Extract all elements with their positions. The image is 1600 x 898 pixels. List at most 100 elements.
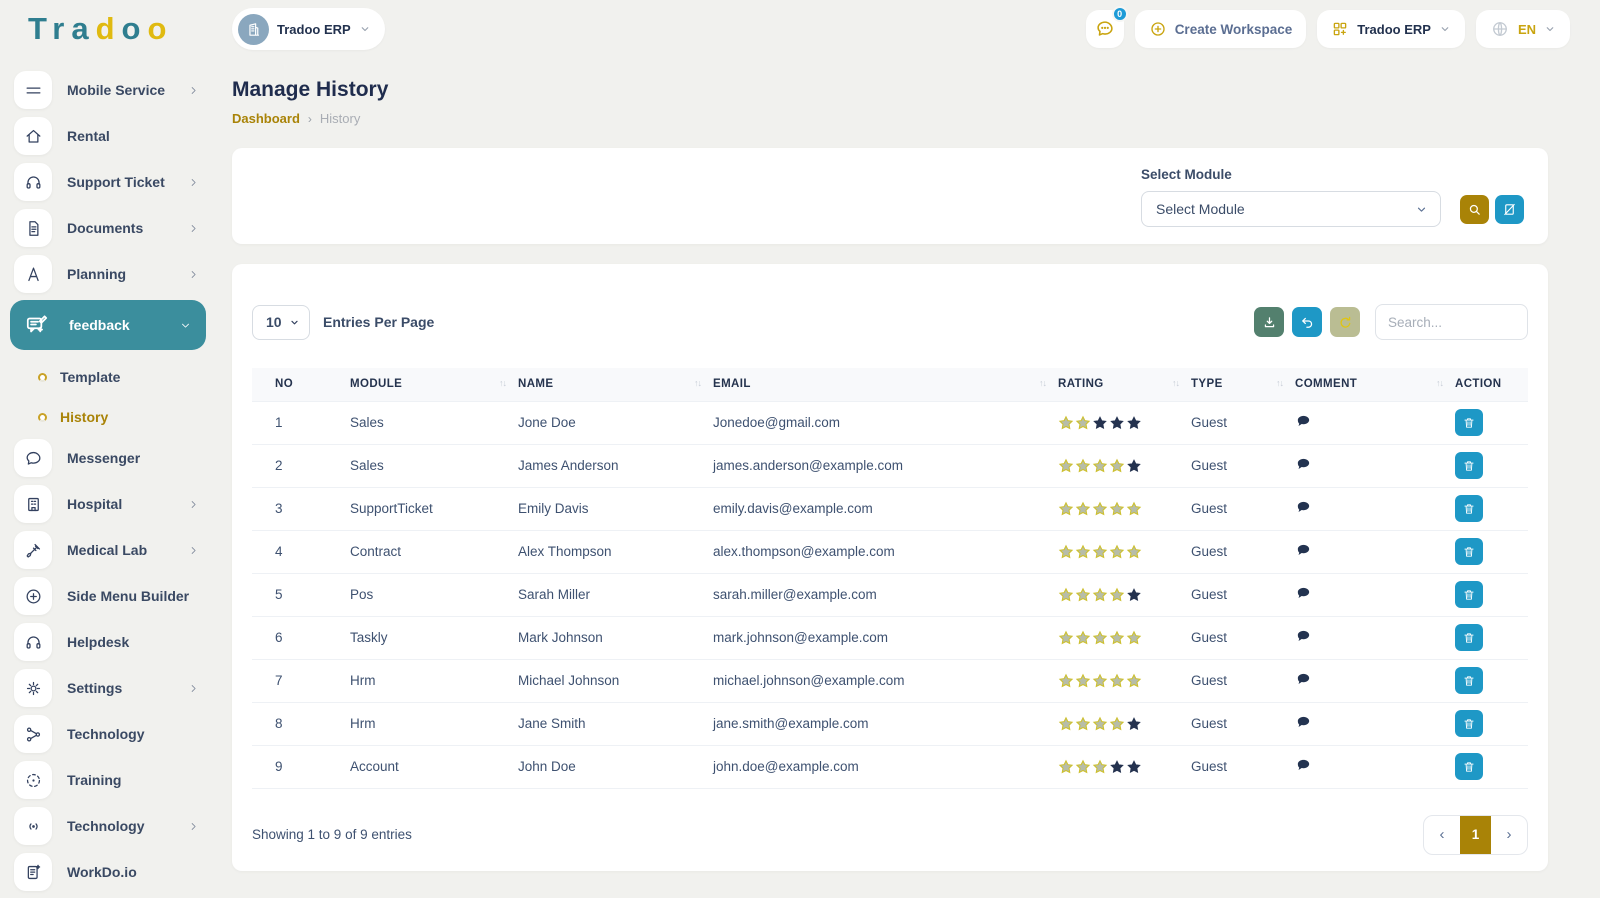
create-workspace-button[interactable]: Create Workspace: [1135, 10, 1307, 48]
column-header-name[interactable]: NAME ↑↓: [518, 368, 713, 401]
sidebar-item-support-ticket[interactable]: Support Ticket: [14, 162, 200, 202]
table-footer: Showing 1 to 9 of 9 entries ‹ 1 ›: [252, 815, 1528, 855]
erp-button-label: Tradoo ERP: [1357, 22, 1431, 37]
sort-icon[interactable]: ↑↓: [1436, 378, 1443, 388]
delete-button[interactable]: [1455, 495, 1483, 522]
language-selector[interactable]: EN: [1476, 10, 1570, 48]
undo-button[interactable]: [1292, 307, 1322, 337]
delete-button[interactable]: [1455, 538, 1483, 565]
table-row: 5 Pos Sarah Miller sarah.miller@example.…: [252, 573, 1528, 616]
logo-letter: a: [71, 11, 95, 46]
comment-bubble-icon[interactable]: [1295, 757, 1312, 774]
sidebar-item-medical-lab[interactable]: Medical Lab: [14, 530, 200, 570]
messages-button[interactable]: 0: [1086, 10, 1124, 48]
star-icon: [1109, 630, 1125, 646]
column-header-no: NO: [252, 368, 350, 401]
sort-icon[interactable]: ↑↓: [694, 378, 701, 388]
sidebar-subitem-history[interactable]: History: [14, 398, 200, 436]
entries-per-page-select[interactable]: 10: [252, 305, 310, 340]
column-header-label: TYPE: [1191, 378, 1223, 390]
pagination-next-button[interactable]: ›: [1491, 816, 1527, 854]
module-select[interactable]: Select Module: [1141, 191, 1441, 227]
sidebar-item-mobile-service[interactable]: Mobile Service: [14, 70, 200, 110]
column-header-comment[interactable]: COMMENT ↑↓: [1295, 368, 1455, 401]
cell-rating: [1058, 659, 1191, 702]
sort-icon[interactable]: ↑↓: [1172, 378, 1179, 388]
sidebar-item-documents[interactable]: Documents: [14, 208, 200, 248]
delete-button[interactable]: [1455, 753, 1483, 780]
cell-rating: [1058, 745, 1191, 788]
language-label: EN: [1518, 22, 1536, 37]
erp-app-switcher-button[interactable]: Tradoo ERP: [1317, 10, 1465, 48]
cell-email: alex.thompson@example.com: [713, 530, 1058, 573]
delete-button[interactable]: [1455, 624, 1483, 651]
column-header-label: MODULE: [350, 378, 402, 390]
chevron-right-icon: [187, 268, 200, 281]
sidebar-item-rental[interactable]: Rental: [14, 116, 200, 156]
sidebar-item-settings[interactable]: Settings: [14, 668, 200, 708]
refresh-button[interactable]: [1330, 307, 1360, 337]
sidebar-item-messenger[interactable]: Messenger: [14, 438, 200, 478]
search-button[interactable]: [1460, 195, 1489, 224]
comment-bubble-icon[interactable]: [1295, 628, 1312, 645]
search-input[interactable]: [1375, 304, 1528, 340]
chevron-down-icon: [1544, 23, 1556, 35]
table-header-row: NO MODULE ↑↓ NAME ↑↓ EMAIL ↑↓ RATING ↑↓ …: [252, 368, 1528, 401]
star-icon: [1109, 716, 1125, 732]
sidebar-item-training[interactable]: Training: [14, 760, 200, 800]
sidebar-item-side-menu-builder[interactable]: Side Menu Builder: [14, 576, 200, 616]
sidebar-item-planning[interactable]: Planning: [14, 254, 200, 294]
sidebar-item-label: Rental: [67, 128, 110, 144]
pagination-current-page[interactable]: 1: [1460, 816, 1491, 854]
column-header-label: EMAIL: [713, 378, 751, 390]
reset-filter-button[interactable]: [1495, 195, 1524, 224]
sort-icon[interactable]: ↑↓: [499, 378, 506, 388]
export-download-button[interactable]: [1254, 307, 1284, 337]
comment-bubble-icon[interactable]: [1295, 585, 1312, 602]
comment-bubble-icon[interactable]: [1295, 714, 1312, 731]
cell-comment: [1295, 745, 1455, 788]
sidebar-subitem-template[interactable]: Template: [14, 358, 200, 396]
star-icon: [1075, 630, 1091, 646]
sidebar-item-feedback[interactable]: feedback: [10, 300, 206, 350]
cell-no: 5: [252, 573, 350, 616]
cell-module: Account: [350, 745, 518, 788]
sidebar-item-hospital[interactable]: Hospital: [14, 484, 200, 524]
rating-stars: [1058, 458, 1142, 474]
sort-icon[interactable]: ↑↓: [1039, 378, 1046, 388]
column-header-type[interactable]: TYPE ↑↓: [1191, 368, 1295, 401]
sidebar-item-helpdesk[interactable]: Helpdesk: [14, 622, 200, 662]
comment-bubble-icon[interactable]: [1295, 413, 1312, 430]
comment-bubble-icon[interactable]: [1295, 499, 1312, 516]
sidebar-item-workdo-io[interactable]: WorkDo.io: [14, 852, 200, 892]
sidebar-item-technology[interactable]: Technology: [14, 714, 200, 754]
column-header-rating[interactable]: RATING ↑↓: [1058, 368, 1191, 401]
pagination-prev-button[interactable]: ‹: [1424, 816, 1460, 854]
delete-button[interactable]: [1455, 710, 1483, 737]
column-header-label: NAME: [518, 378, 553, 390]
cell-module: Pos: [350, 573, 518, 616]
column-header-label: NO: [275, 378, 293, 390]
sort-icon[interactable]: ↑↓: [1276, 378, 1283, 388]
star-icon: [1075, 458, 1091, 474]
chevron-down-icon: [1439, 23, 1451, 35]
workspace-selector[interactable]: Tradoo ERP: [232, 8, 385, 50]
star-icon: [1092, 759, 1108, 775]
delete-button[interactable]: [1455, 667, 1483, 694]
star-icon: [1126, 415, 1142, 431]
comment-bubble-icon[interactable]: [1295, 671, 1312, 688]
star-icon: [1109, 587, 1125, 603]
cell-no: 2: [252, 444, 350, 487]
comment-bubble-icon[interactable]: [1295, 456, 1312, 473]
delete-button[interactable]: [1455, 452, 1483, 479]
breadcrumb-dashboard-link[interactable]: Dashboard: [232, 111, 300, 126]
cell-email: john.doe@example.com: [713, 745, 1058, 788]
delete-button[interactable]: [1455, 581, 1483, 608]
cell-rating: [1058, 573, 1191, 616]
comment-bubble-icon[interactable]: [1295, 542, 1312, 559]
cell-action: [1455, 530, 1528, 573]
delete-button[interactable]: [1455, 409, 1483, 436]
column-header-email[interactable]: EMAIL ↑↓: [713, 368, 1058, 401]
column-header-module[interactable]: MODULE ↑↓: [350, 368, 518, 401]
sidebar-item-technology[interactable]: Technology: [14, 806, 200, 846]
